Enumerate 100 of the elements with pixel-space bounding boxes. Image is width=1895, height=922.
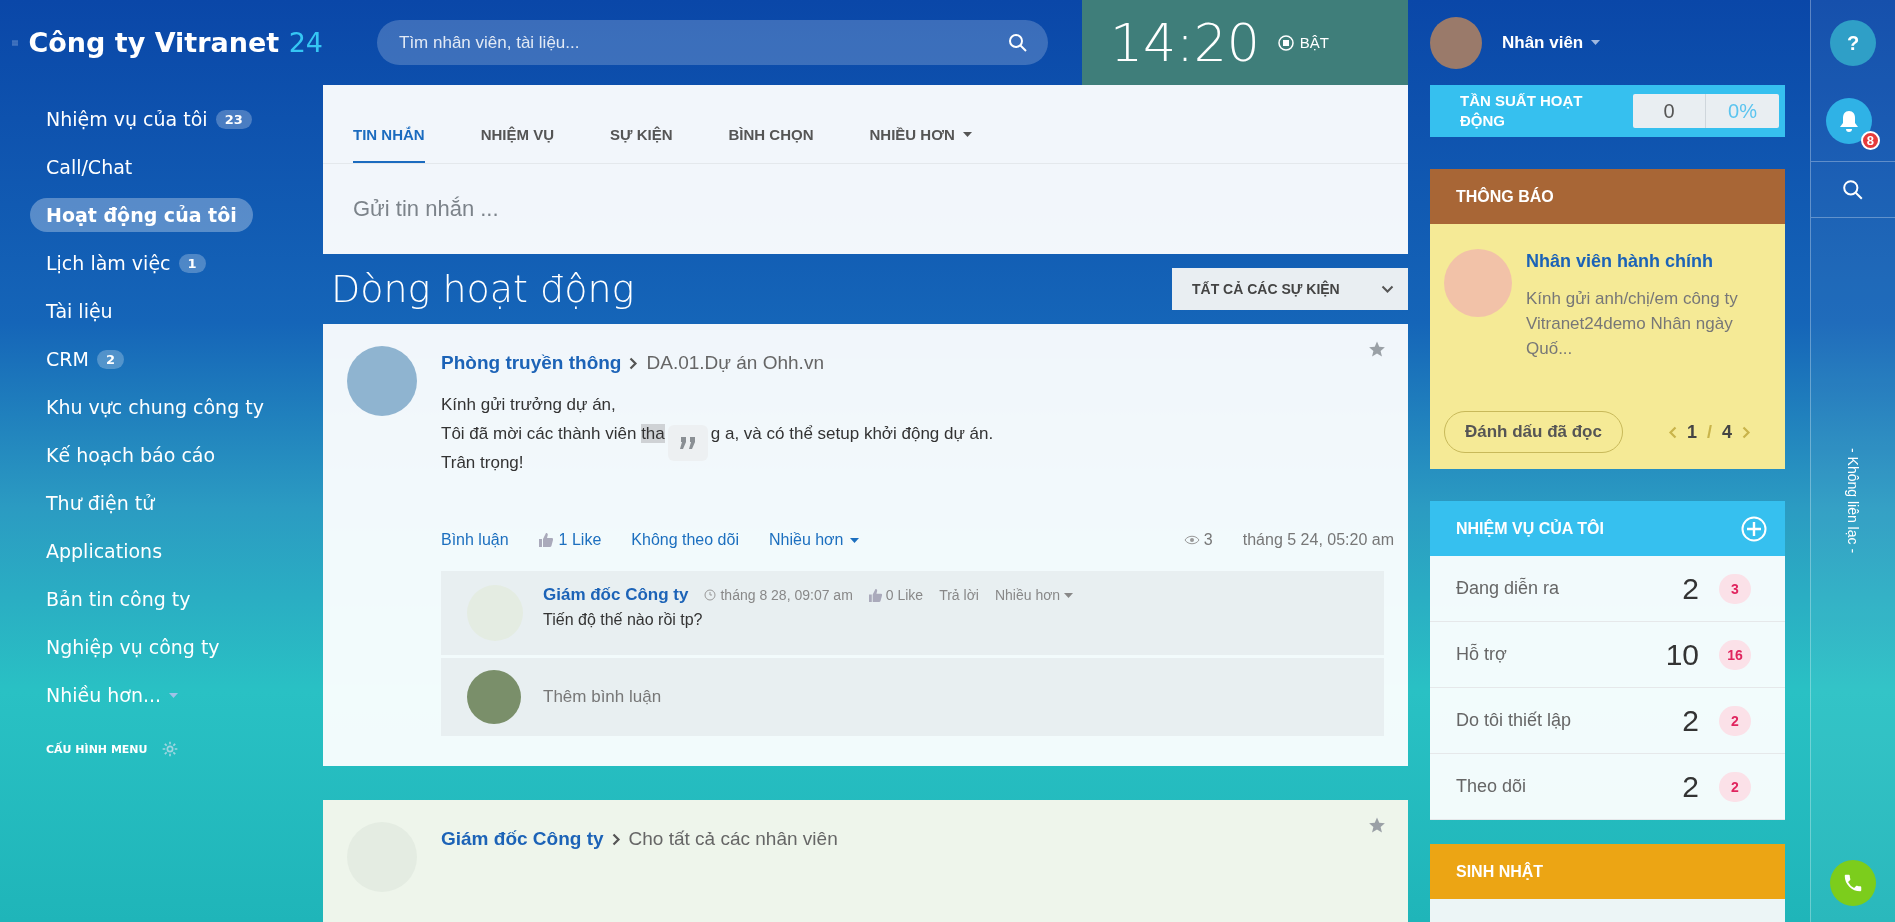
count-badge: 1 [178, 253, 206, 273]
caret-icon [849, 537, 859, 543]
search-field[interactable]: Tìm nhân viên, tài liệu... [377, 20, 1048, 65]
post-text: Tôi đã mời các thành viên tha g a, và có thể setup khởi động dự án. [441, 421, 1384, 446]
overdue-badge: 3 [1719, 573, 1751, 604]
star-icon[interactable] [1368, 816, 1386, 834]
page-number: 1 [1686, 421, 1697, 443]
clock-icon [704, 589, 717, 601]
task-row[interactable]: Hỗ trợ 10 16 [1430, 622, 1785, 688]
add-comment-field[interactable]: Thêm bình luận [441, 658, 1384, 736]
sidebar-item[interactable]: Kế hoạch báo cáo [30, 438, 232, 472]
sidebar-item[interactable]: Tài liệu [30, 294, 129, 328]
comment-text: Tiến độ thế nào rồi tp? [543, 611, 704, 629]
sidebar-item[interactable]: Bản tin công ty [30, 582, 207, 616]
sidebar-item[interactable]: Applications [30, 534, 179, 568]
panel-title: SINH NHẬT [1456, 862, 1544, 881]
notice-author[interactable]: Nhân viên hành chính [1526, 251, 1771, 272]
task-count: 2 [1681, 703, 1699, 738]
composer-tab[interactable]: TIN NHẮN [353, 108, 425, 163]
composer-tab[interactable]: NHIỆM VỤ [480, 108, 554, 163]
overdue-badge: 2 [1719, 771, 1751, 802]
stop-icon[interactable] [1277, 34, 1294, 51]
like-link[interactable]: 0 Like [868, 587, 924, 603]
author-link[interactable]: Phòng truyền thông [441, 352, 622, 374]
thumbs-up-icon [868, 588, 882, 602]
help-button[interactable]: ? [1830, 20, 1876, 66]
comment-input[interactable]: Thêm bình luận [541, 686, 1358, 708]
sidebar-item[interactable]: Khu vực chung công ty [30, 390, 280, 424]
avatar-placeholder [467, 670, 521, 724]
chevron-right-icon[interactable] [1742, 425, 1751, 439]
post-destination: Cho tất cả các nhân viên [628, 828, 838, 850]
task-count: 2 [1681, 571, 1699, 606]
count-badge: 2 [96, 349, 124, 369]
thumbs-up-icon [538, 533, 553, 547]
task-row[interactable]: Đang diễn ra 2 3 [1430, 556, 1785, 622]
post-text: Kính gửi trưởng dự án, [441, 394, 617, 416]
avatar-placeholder[interactable] [1430, 16, 1482, 69]
search-icon[interactable] [1842, 178, 1864, 201]
chevron-down-icon [1381, 285, 1394, 293]
composer-tab[interactable]: SỰ KIỆN [610, 108, 673, 163]
star-icon[interactable] [1368, 340, 1386, 358]
page-total: 4 [1722, 421, 1732, 443]
like-link[interactable]: 1 Like [538, 531, 602, 549]
message-input[interactable]: Gửi tin nhắn ... [323, 189, 1408, 229]
quote-icon [678, 437, 697, 449]
task-label: Hỗ trợ [1456, 644, 1508, 665]
post-date: tháng 5 24, 05:20 am [1242, 531, 1394, 549]
view-count: 3 [1183, 531, 1213, 549]
sidebar-item[interactable]: Hoạt động của tôi [30, 198, 253, 232]
page-separator: / [1706, 421, 1712, 443]
settings-icon[interactable] [161, 741, 178, 757]
count-badge: 23 [215, 109, 252, 129]
search-icon[interactable] [1008, 32, 1028, 53]
bell-icon [1839, 109, 1859, 132]
unfollow-link[interactable]: Không theo dõi [631, 531, 739, 549]
activity-value: 0 [1633, 94, 1706, 128]
phone-icon [1842, 872, 1864, 894]
post-destination: DA.01.Dự án Ohh.vn [646, 352, 824, 374]
reply-link[interactable]: Trả lời [939, 587, 979, 603]
author-link[interactable]: Giám đốc Công ty [441, 828, 604, 850]
task-label: Do tôi thiết lập [1456, 710, 1573, 731]
more-link[interactable]: Nhiều hơn [994, 587, 1074, 603]
contact-status: - Không liên lạc - [1845, 448, 1861, 554]
search-input[interactable]: Tìm nhân viên, tài liệu... [397, 31, 1008, 54]
task-label: Theo dõi [1456, 776, 1528, 797]
sidebar-item[interactable]: Call/Chat [30, 150, 149, 184]
activity-label: TẦN SUẤT HOẠT ĐỘNG [1460, 91, 1584, 131]
quote-button[interactable] [667, 425, 708, 461]
phone-button[interactable] [1830, 860, 1876, 906]
add-icon[interactable] [1741, 515, 1767, 542]
message-field[interactable]: Gửi tin nhắn ... [323, 164, 1408, 254]
work-status-label[interactable]: BẬT [1299, 34, 1330, 51]
panel-title: NHIỆM VỤ CỦA TÔI [1456, 519, 1604, 538]
comment-author[interactable]: Giám đốc Công ty [543, 585, 689, 605]
activity-percent: 0% [1727, 98, 1758, 124]
task-count: 2 [1681, 769, 1699, 804]
caret-icon [1591, 40, 1601, 45]
post-text: Trân trọng! [441, 452, 525, 474]
feed-title: Dòng hoạt động [331, 267, 635, 311]
company-logo[interactable]: Công ty Vitranet 24 [28, 27, 323, 58]
notifications-button[interactable] [1826, 97, 1872, 144]
panel-title: THÔNG BÁO [1456, 187, 1554, 206]
caret-icon [1064, 592, 1074, 598]
task-label: Đang diễn ra [1456, 578, 1561, 599]
more-link[interactable]: Nhiều hơn [768, 531, 859, 549]
comment-link[interactable]: Bình luận [441, 531, 509, 549]
clock-time: 14:20 [1110, 12, 1260, 73]
sidebar-item[interactable]: Lịch làm việc 1 [30, 246, 222, 280]
task-row[interactable]: Theo dõi 2 2 [1430, 754, 1785, 820]
task-row[interactable]: Do tôi thiết lập 2 2 [1430, 688, 1785, 754]
composer-tab[interactable]: BÌNH CHỌN [728, 108, 814, 163]
chevron-right-icon [611, 832, 621, 846]
sidebar-item[interactable]: Nhiệm vụ của tôi 23 [30, 102, 268, 136]
chevron-left-icon[interactable] [1667, 425, 1677, 439]
composer-tab[interactable]: NHIỀU HƠN [869, 108, 972, 163]
sidebar-item[interactable]: Thư điện tử [30, 486, 171, 520]
event-filter-dropdown[interactable]: TẤT CẢ CÁC SỰ KIỆN [1172, 268, 1408, 310]
sidebar-item[interactable]: CRM 2 [30, 342, 140, 376]
user-menu[interactable]: Nhân viên [1502, 32, 1601, 53]
task-count: 10 [1664, 637, 1699, 672]
